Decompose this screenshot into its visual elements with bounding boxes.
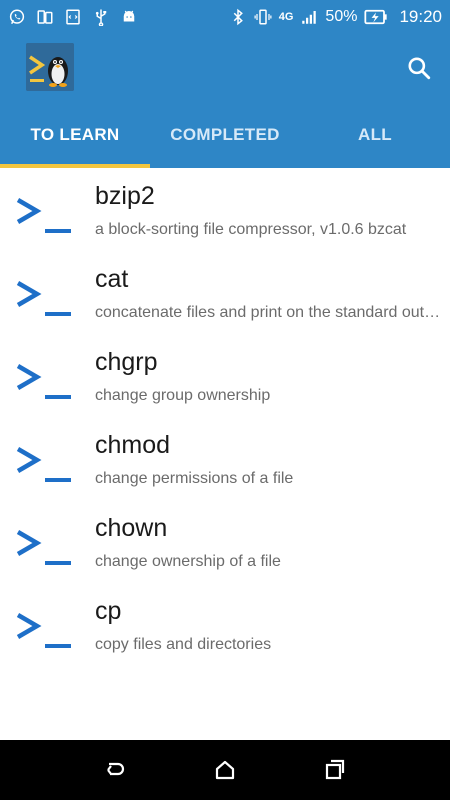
tab-completed[interactable]: COMPLETED bbox=[150, 102, 300, 168]
command-name: bzip2 bbox=[95, 182, 155, 210]
vibrate-icon bbox=[254, 8, 272, 26]
back-icon bbox=[107, 762, 125, 776]
command-name: chmod bbox=[95, 431, 171, 459]
terminal-prompt-icon bbox=[16, 198, 71, 233]
system-nav-bar bbox=[0, 740, 450, 800]
command-description: change group ownership bbox=[95, 387, 271, 404]
list-item[interactable]: chown change ownership of a file bbox=[0, 500, 450, 583]
battery-percent: 50% bbox=[325, 7, 358, 25]
network-type-label: 4G bbox=[278, 10, 294, 23]
status-bar: 4G 50% 19:20 bbox=[0, 0, 450, 33]
app-bar bbox=[0, 33, 450, 102]
terminal-prompt-icon bbox=[16, 613, 71, 648]
usb-icon bbox=[92, 8, 110, 26]
recents-button[interactable] bbox=[320, 755, 350, 785]
command-name: cp bbox=[95, 597, 122, 625]
android-icon bbox=[120, 8, 138, 26]
command-name: chgrp bbox=[95, 348, 158, 376]
battery-charging-icon bbox=[364, 8, 388, 26]
command-name: chown bbox=[95, 514, 168, 542]
terminal-prompt-icon bbox=[16, 281, 71, 316]
command-description: change permissions of a file bbox=[95, 470, 294, 487]
whatsapp-icon bbox=[8, 8, 26, 26]
list-item[interactable]: cat concatenate files and print on the s… bbox=[0, 251, 450, 334]
status-left-icons bbox=[8, 8, 138, 26]
home-icon bbox=[215, 760, 235, 780]
back-button[interactable] bbox=[100, 755, 130, 785]
command-description: change ownership of a file bbox=[95, 553, 281, 570]
tab-all[interactable]: ALL bbox=[300, 102, 450, 168]
command-list: bzip2 a block-sorting file compressor, v… bbox=[0, 168, 450, 666]
bluetooth-icon bbox=[229, 8, 247, 26]
tablet-icon bbox=[36, 8, 54, 26]
status-right-icons: 4G 50% 19:20 bbox=[229, 7, 442, 27]
list-item[interactable]: bzip2 a block-sorting file compressor, v… bbox=[0, 168, 450, 251]
terminal-prompt-icon bbox=[16, 530, 71, 565]
signal-icon bbox=[300, 8, 318, 26]
status-time: 19:20 bbox=[399, 6, 442, 26]
command-description: a block-sorting file compressor, v1.0.6 … bbox=[95, 221, 407, 238]
terminal-prompt-icon bbox=[16, 364, 71, 399]
tab-bar: TO LEARN COMPLETED ALL bbox=[0, 102, 450, 168]
command-description: copy files and directories bbox=[95, 636, 272, 653]
command-name: cat bbox=[95, 265, 129, 293]
search-icon bbox=[408, 57, 431, 80]
list-item[interactable]: cp copy files and directories bbox=[0, 583, 450, 666]
terminal-prompt-icon bbox=[16, 447, 71, 482]
list-item[interactable]: chgrp change group ownership bbox=[0, 334, 450, 417]
tab-to-learn[interactable]: TO LEARN bbox=[0, 102, 150, 168]
code-icon bbox=[64, 8, 82, 26]
command-description: concatenate files and print on the stand… bbox=[95, 304, 443, 321]
search-button[interactable] bbox=[404, 53, 434, 83]
linux-terminal-penguin-logo bbox=[26, 43, 74, 91]
list-item[interactable]: chmod change permissions of a file bbox=[0, 417, 450, 500]
recents-icon bbox=[325, 759, 345, 780]
home-button[interactable] bbox=[210, 755, 240, 785]
